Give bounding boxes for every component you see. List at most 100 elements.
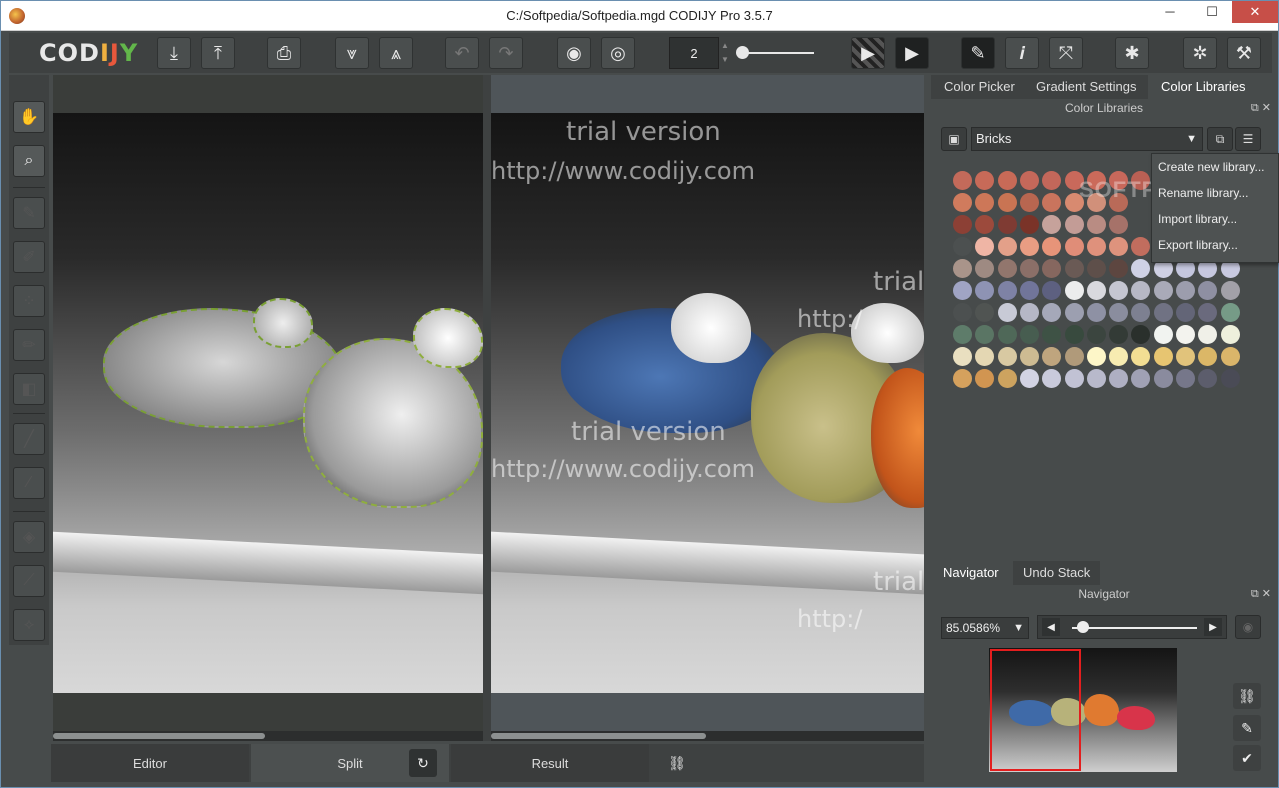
menu-rename-library[interactable]: Rename library... (1152, 180, 1278, 206)
tab-color-libraries[interactable]: Color Libraries (1148, 75, 1259, 99)
pen-icon[interactable]: ✎ (961, 37, 995, 69)
color-swatch[interactable] (1109, 237, 1129, 256)
color-swatch[interactable] (997, 193, 1017, 212)
color-swatch[interactable] (997, 171, 1017, 190)
duplicate-icon[interactable]: ⧉ (1207, 127, 1233, 151)
close-button[interactable]: ✕ (1232, 1, 1278, 23)
zoom-slider-knob[interactable] (1077, 621, 1089, 633)
color-swatch[interactable] (1176, 347, 1195, 366)
color-swatch[interactable] (975, 193, 995, 212)
color-swatch[interactable] (1064, 237, 1084, 256)
color-swatch[interactable] (1019, 281, 1039, 300)
layer-down-icon[interactable]: ⩔ (335, 37, 369, 69)
color-swatch[interactable] (1109, 325, 1129, 344)
color-swatch[interactable] (1086, 237, 1106, 256)
color-swatch[interactable] (1176, 369, 1195, 388)
color-swatch[interactable] (997, 259, 1017, 278)
color-swatch[interactable] (1064, 369, 1084, 388)
result-scroll-thumb[interactable] (491, 733, 706, 739)
color-swatch[interactable] (1019, 237, 1039, 256)
color-swatch[interactable] (1220, 347, 1240, 366)
color-swatch[interactable] (997, 303, 1017, 322)
eyedropper-tool-icon[interactable]: ⟡ (13, 609, 45, 641)
color-swatch[interactable] (1019, 347, 1039, 366)
menu-create-library[interactable]: Create new library... (1152, 154, 1278, 180)
color-swatch[interactable] (1019, 303, 1039, 322)
export-icon[interactable]: ⤒ (201, 37, 235, 69)
color-swatch[interactable] (975, 171, 995, 190)
color-swatch[interactable] (1220, 303, 1240, 322)
color-swatch[interactable] (1131, 369, 1151, 388)
line-tool-icon[interactable]: ╱ (13, 423, 45, 455)
color-swatch[interactable] (1064, 259, 1084, 278)
color-swatch[interactable] (953, 347, 972, 366)
swap-icon[interactable]: ↻ (409, 749, 437, 777)
color-swatch[interactable] (975, 325, 995, 344)
preview-eye-icon[interactable]: ◉ (1235, 615, 1261, 639)
color-swatch[interactable] (1153, 369, 1173, 388)
color-swatch[interactable] (953, 259, 972, 278)
color-swatch[interactable] (1042, 325, 1062, 344)
fill-tool-icon[interactable]: ◈ (13, 521, 45, 553)
color-swatch[interactable] (1042, 171, 1062, 190)
result-scrollbar[interactable] (491, 731, 924, 741)
color-swatch[interactable] (975, 237, 995, 256)
zoom-select[interactable]: 85.0586% ▼ (941, 617, 1029, 639)
color-swatch[interactable] (1109, 369, 1129, 388)
color-swatch[interactable] (1198, 325, 1218, 344)
layer-spinbox[interactable]: 2 (669, 37, 719, 69)
navigator-float-close-icon[interactable]: ⧉ ✕ (1251, 587, 1271, 601)
undo-icon[interactable]: ↶ (445, 37, 479, 69)
brush-tool-icon[interactable]: ✎ (13, 197, 45, 229)
color-swatch[interactable] (953, 325, 972, 344)
spin-arrows-icon[interactable]: ▲ ▼ (721, 39, 731, 67)
color-swatch[interactable] (953, 193, 972, 212)
color-swatch[interactable] (997, 369, 1017, 388)
color-swatch[interactable] (1042, 237, 1062, 256)
color-swatch[interactable] (1131, 259, 1151, 278)
eraser-tool-icon[interactable]: ◧ (13, 373, 45, 405)
color-swatch[interactable] (1042, 259, 1062, 278)
library-select[interactable]: Bricks ▼ (971, 127, 1203, 151)
color-swatch[interactable] (953, 171, 972, 190)
color-swatch[interactable] (997, 347, 1017, 366)
maximize-button[interactable]: ☐ (1196, 1, 1228, 23)
hand-tool-icon[interactable]: ✋ (13, 101, 45, 133)
color-swatch[interactable] (1086, 281, 1106, 300)
zoom-slider-track[interactable] (1072, 627, 1197, 629)
color-swatch[interactable] (1019, 215, 1039, 234)
color-swatch[interactable] (953, 215, 972, 234)
zoom-tool-icon[interactable]: ⌕ (13, 145, 45, 177)
color-swatch[interactable] (953, 281, 972, 300)
import-icon[interactable]: ⤓ (157, 37, 191, 69)
color-swatch[interactable] (1220, 369, 1240, 388)
settings-icon[interactable]: ✱ (1115, 37, 1149, 69)
color-swatch[interactable] (1109, 259, 1129, 278)
color-swatch[interactable] (975, 303, 995, 322)
color-swatch[interactable] (1131, 325, 1151, 344)
color-swatch[interactable] (1086, 369, 1106, 388)
tab-color-picker[interactable]: Color Picker (931, 75, 1028, 99)
wrench-icon[interactable]: ⚒ (1227, 37, 1261, 69)
color-swatch[interactable] (1042, 281, 1062, 300)
library-icon[interactable]: ▣ (941, 127, 967, 151)
color-swatch[interactable] (1086, 325, 1106, 344)
pen-icon[interactable]: ✎ (1233, 715, 1261, 741)
library-menu-icon[interactable]: ☰ (1235, 127, 1261, 151)
tab-editor[interactable]: Editor (51, 744, 249, 782)
color-swatch[interactable] (1153, 325, 1173, 344)
color-swatch[interactable] (1019, 171, 1039, 190)
color-swatch[interactable] (1176, 325, 1195, 344)
redo-icon[interactable]: ↷ (489, 37, 523, 69)
color-swatch[interactable] (953, 369, 972, 388)
bug-icon[interactable]: ✲ (1183, 37, 1217, 69)
color-swatch[interactable] (1198, 369, 1218, 388)
color-swatch[interactable] (1086, 215, 1106, 234)
color-swatch[interactable] (1086, 347, 1106, 366)
color-swatch[interactable] (1019, 259, 1039, 278)
color-swatch[interactable] (1153, 303, 1173, 322)
color-swatch[interactable] (997, 237, 1017, 256)
minimize-button[interactable]: ─ (1154, 1, 1186, 23)
color-swatch[interactable] (1042, 215, 1062, 234)
play-icon[interactable]: ▶ (895, 37, 929, 69)
